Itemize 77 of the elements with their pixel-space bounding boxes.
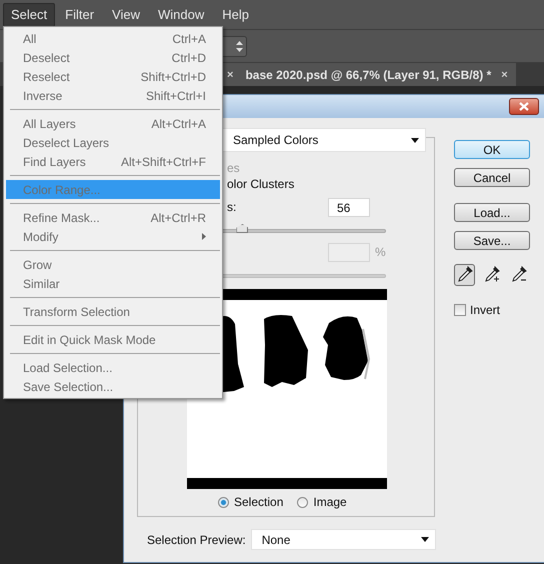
menu-entry[interactable]: Inverse Shift+Ctrl+I xyxy=(6,86,220,105)
dialog-button[interactable]: Load... xyxy=(454,203,530,222)
entry-label: Inverse xyxy=(23,88,62,102)
option-label: es xyxy=(227,160,241,176)
unit-label: % xyxy=(375,245,386,259)
caret-icon xyxy=(420,537,429,542)
shortcut-label: Alt+Ctrl+R xyxy=(150,210,206,224)
menu-entry[interactable]: All Ctrl+A xyxy=(6,29,220,48)
entry-label: Deselect xyxy=(23,50,70,64)
menu-item[interactable]: Filter xyxy=(57,2,102,26)
radio-label: Selection xyxy=(234,495,284,509)
eyedropper-icon xyxy=(511,266,528,284)
entry-label: Save Selection... xyxy=(23,380,114,394)
field-label: Selection Preview: xyxy=(147,532,246,546)
dropdown-value: None xyxy=(262,532,290,546)
caret-icon xyxy=(411,138,419,142)
eyedropper-icon xyxy=(456,266,473,284)
dialog-button[interactable]: OK xyxy=(454,140,530,159)
close-icon[interactable]: × xyxy=(227,68,234,80)
entry-label: Refine Mask... xyxy=(23,210,100,224)
menu-entry[interactable]: Reselect Shift+Ctrl+D xyxy=(6,67,220,86)
shortcut-label: Alt+Shift+Ctrl+F xyxy=(120,154,206,168)
close-icon[interactable]: × xyxy=(501,68,508,80)
dialog-button[interactable]: Save... xyxy=(454,231,530,250)
entry-label: Reselect xyxy=(23,70,70,84)
menu-item[interactable]: Select xyxy=(3,2,56,26)
menu-entry[interactable]: Modify xyxy=(6,227,220,246)
menu-entry[interactable]: Transform Selection xyxy=(6,302,220,321)
shortcut-label: Alt+Ctrl+A xyxy=(151,116,206,130)
close-icon xyxy=(519,102,529,111)
checkbox-label: Invert xyxy=(470,303,500,317)
entry-label: Transform Selection xyxy=(23,304,130,318)
close-button[interactable] xyxy=(509,98,539,115)
entry-label: Modify xyxy=(23,230,58,244)
menu-item[interactable]: View xyxy=(104,2,148,26)
menu-item[interactable]: Window xyxy=(150,2,212,26)
menu-entry[interactable]: Find Layers Alt+Shift+Ctrl+F xyxy=(6,152,220,171)
eyedropper-button[interactable] xyxy=(454,264,476,286)
document-tab[interactable]: base 2020.psd @ 66,7% (Layer 91, RGB/8) * × xyxy=(237,63,516,86)
menu-entry[interactable]: Save Selection... xyxy=(6,377,220,396)
tab-title: base 2020.psd @ 66,7% (Layer 91, RGB/8) * xyxy=(245,68,492,82)
field-label: s: xyxy=(227,200,238,214)
menu-entry[interactable]: Edit in Quick Mask Mode xyxy=(6,330,220,349)
shortcut-label: Shift+Ctrl+I xyxy=(146,88,206,102)
menu-entry[interactable]: Grow xyxy=(6,255,220,274)
menu-item[interactable]: Help xyxy=(214,2,257,26)
shortcut-label: Shift+Ctrl+D xyxy=(140,70,206,84)
slider-thumb[interactable] xyxy=(236,224,248,233)
number-field[interactable]: 56 xyxy=(328,198,370,216)
menu-entry[interactable]: Load Selection... xyxy=(6,358,220,377)
dialog-button[interactable]: Cancel xyxy=(454,168,530,187)
entry-label: All Layers xyxy=(23,116,76,130)
option-label: olor Clusters xyxy=(227,176,296,192)
entry-label: Color Range... xyxy=(23,182,100,196)
menu-entry[interactable]: All Layers Alt+Ctrl+A xyxy=(6,114,220,133)
invert-checkbox[interactable]: Invert xyxy=(454,303,530,317)
updown-icon xyxy=(236,40,243,52)
method-dropdown[interactable]: Sampled Colors xyxy=(222,128,426,152)
shortcut-label: Ctrl+A xyxy=(172,32,206,46)
entry-label: Edit in Quick Mask Mode xyxy=(23,332,156,346)
shortcut-label: Ctrl+D xyxy=(172,50,206,64)
menu-entry[interactable]: Similar xyxy=(6,274,220,293)
dropdown-value: Sampled Colors xyxy=(233,133,318,147)
menu-entry[interactable]: Deselect Layers xyxy=(6,133,220,152)
preview-dropdown[interactable]: None xyxy=(250,529,436,550)
radio-option[interactable]: Selection xyxy=(218,495,284,509)
entry-label: Load Selection... xyxy=(23,360,112,374)
menu-entry[interactable]: Refine Mask... Alt+Ctrl+R xyxy=(6,208,220,227)
entry-label: Similar xyxy=(23,276,60,290)
radio-label: Image xyxy=(313,495,347,509)
menu-entry[interactable]: Deselect Ctrl+D xyxy=(6,48,220,67)
radio-option[interactable]: Image xyxy=(297,495,347,509)
entry-label: Grow xyxy=(23,258,52,272)
eyedropper-icon xyxy=(484,266,500,284)
entry-label: Deselect Layers xyxy=(23,136,110,150)
entry-label: All xyxy=(23,32,36,46)
entry-label: Find Layers xyxy=(23,154,86,168)
